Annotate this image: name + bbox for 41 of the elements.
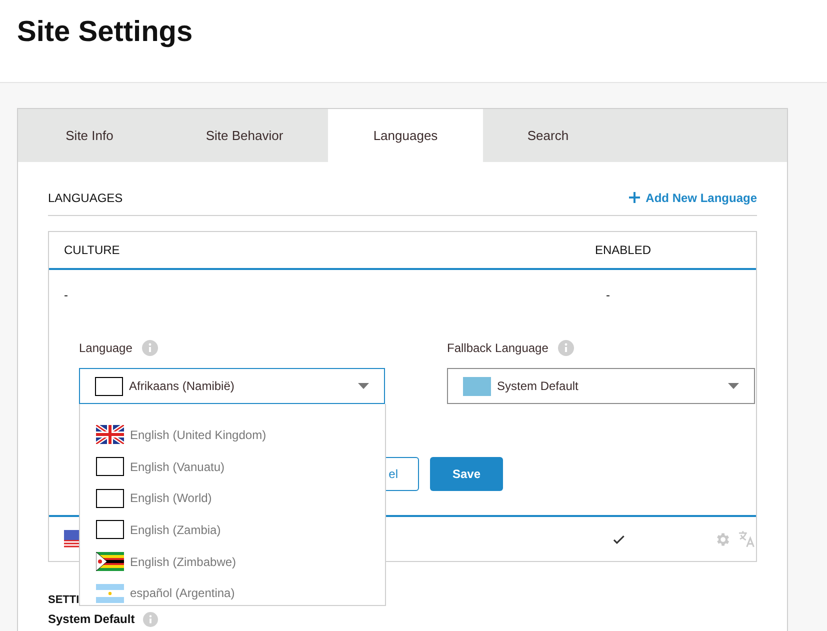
tab[interactable]: Search: [483, 109, 613, 162]
tab[interactable]: Site Behavior: [161, 109, 328, 162]
flag-icon: [96, 457, 124, 476]
column-header: CULTURE: [63, 242, 121, 259]
dropdown-option[interactable]: English (World): [80, 482, 385, 514]
dropdown-option[interactable]: English (Zimbabwe): [80, 546, 385, 578]
section-title: LANGUAGES: [48, 190, 123, 206]
field-label: Fallback Language: [447, 340, 548, 357]
plus-icon: [628, 192, 640, 203]
section-title: SETTI: [48, 593, 80, 608]
setting-label: System Default: [48, 611, 135, 628]
fallback-language-select[interactable]: System Default: [447, 368, 755, 404]
caret-icon: [358, 383, 369, 389]
flag-icon: [96, 520, 124, 540]
select-value: System Default: [497, 378, 578, 395]
info-icon: [142, 612, 158, 626]
dropdown-option[interactable]: English (Zambia): [80, 514, 385, 546]
caret-icon: [728, 383, 739, 389]
select-value: Afrikaans (Namibië): [129, 378, 234, 395]
translate-icon[interactable]: [738, 530, 756, 548]
dropdown-option[interactable]: English (United Kingdom): [80, 419, 385, 451]
column-header: ENABLED: [595, 242, 652, 259]
add-language-link[interactable]: Add New Language: [628, 188, 757, 206]
page-title: Site Settings: [17, 15, 193, 50]
flag-icon: [96, 552, 124, 572]
dropdown-option[interactable]: español (Argentina): [80, 577, 385, 605]
tab[interactable]: Languages: [328, 109, 483, 162]
color-swatch-icon: [463, 376, 491, 396]
field-label: Language: [79, 340, 132, 357]
flag-icon: [95, 376, 123, 396]
table-cell-text: -: [63, 287, 69, 304]
tab[interactable]: Site Info: [18, 109, 161, 162]
flag-icon: [96, 584, 124, 603]
language-select[interactable]: Afrikaans (Namibië): [79, 368, 385, 404]
flag-icon: [96, 488, 124, 508]
flag-icon: [96, 425, 124, 444]
dropdown-option[interactable]: English (Vanuatu): [80, 450, 385, 482]
info-icon: [142, 340, 158, 356]
info-icon: [558, 340, 574, 356]
table-cell-text: -: [606, 287, 610, 304]
save-button[interactable]: Save: [430, 457, 503, 491]
